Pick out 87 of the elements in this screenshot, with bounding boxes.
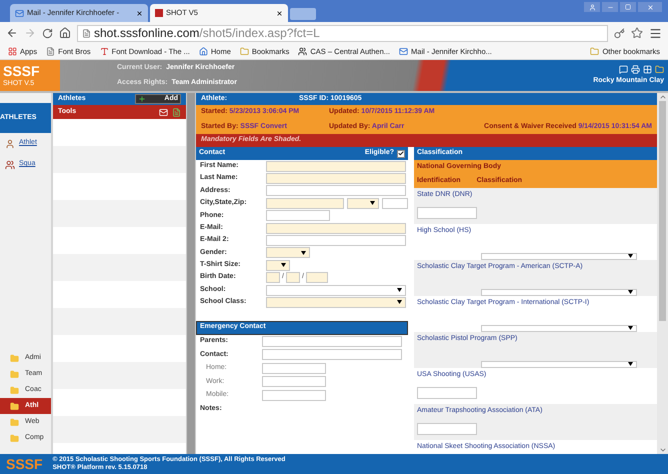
chat-icon[interactable]	[619, 64, 628, 74]
folder-icon[interactable]	[655, 64, 664, 74]
input-field[interactable]	[266, 210, 330, 222]
close-window-button[interactable]	[638, 2, 662, 12]
folder-icon	[10, 402, 19, 410]
dropdown-field[interactable]	[266, 284, 406, 296]
home-icon	[198, 47, 208, 56]
dropdown-caret-icon	[281, 263, 286, 268]
font-icon	[100, 47, 109, 56]
close-icon	[646, 4, 654, 10]
person-icon	[5, 138, 15, 148]
star-icon[interactable]	[631, 27, 643, 39]
close-icon[interactable]	[276, 10, 283, 16]
classification-dropdown[interactable]	[481, 360, 637, 368]
scroll-up-icon[interactable]	[658, 93, 666, 101]
url-host: shot.sssfonline.com	[94, 25, 200, 42]
scroll-thumb[interactable]	[659, 101, 666, 321]
people-icon	[298, 47, 308, 56]
address-field[interactable]: shot.sssfonline.com/shot5/index.asp?fct=L	[77, 24, 608, 42]
folder-icon	[590, 47, 600, 56]
dropdown-caret-icon	[397, 300, 402, 304]
year-field[interactable]	[306, 272, 328, 284]
mail-icon[interactable]	[159, 108, 168, 116]
back-icon[interactable]	[6, 27, 18, 39]
check-icon	[398, 150, 404, 157]
input-field[interactable]	[266, 235, 406, 246]
classification-dropdown[interactable]	[481, 252, 637, 260]
folder-icon	[240, 47, 249, 56]
mail-icon	[15, 8, 24, 18]
month-field[interactable]	[266, 272, 280, 284]
printer-icon[interactable]	[631, 64, 640, 74]
logo-text: SSSF	[3, 64, 41, 78]
zip-field[interactable]	[382, 198, 408, 209]
folder-icon	[10, 370, 19, 378]
folder-icon	[10, 354, 19, 362]
classification-dropdown[interactable]	[481, 288, 637, 296]
input-field[interactable]	[266, 173, 406, 184]
close-icon[interactable]	[136, 10, 143, 16]
key-icon[interactable]	[614, 28, 625, 38]
scroll-down-icon[interactable]	[658, 446, 666, 454]
id-field[interactable]	[417, 206, 477, 218]
folder-icon	[10, 418, 19, 426]
restore-button[interactable]	[620, 2, 636, 12]
site-favicon-icon	[155, 9, 163, 17]
mail-icon	[399, 47, 408, 56]
dropdown-field[interactable]	[266, 296, 406, 308]
input-field[interactable]	[266, 185, 406, 196]
dropdown-field[interactable]	[266, 247, 310, 258]
dropdown-caret-icon	[397, 288, 402, 292]
dropdown-field[interactable]	[266, 260, 290, 271]
plus-icon	[138, 95, 146, 103]
dropdown-caret-icon	[301, 250, 306, 255]
input-field[interactable]	[262, 349, 402, 360]
day-field[interactable]	[286, 272, 300, 284]
person-icon	[588, 4, 596, 10]
restore-icon	[625, 4, 631, 10]
home-icon[interactable]	[59, 27, 71, 39]
new-tab-button[interactable]	[290, 8, 316, 20]
page-icon	[82, 28, 91, 38]
profile-button[interactable]	[584, 2, 600, 12]
group-icon	[5, 160, 15, 170]
city-field[interactable]	[266, 198, 344, 209]
folder-icon	[10, 386, 19, 394]
page-icon	[46, 47, 56, 56]
folder-icon	[10, 434, 19, 442]
input-field[interactable]	[262, 336, 402, 347]
url-path: /shot5/index.asp?fct=L	[199, 25, 320, 42]
input-field[interactable]	[262, 376, 326, 388]
id-field[interactable]	[417, 422, 477, 434]
state-dropdown[interactable]	[347, 198, 379, 209]
eligible-checkbox[interactable]	[397, 150, 405, 158]
spreadsheet-icon[interactable]	[172, 108, 181, 116]
reload-icon[interactable]	[42, 28, 53, 38]
grid-icon[interactable]	[643, 64, 652, 74]
id-field[interactable]	[417, 386, 477, 398]
dropdown-caret-icon	[370, 201, 375, 206]
minimize-button[interactable]	[602, 2, 618, 12]
apps-icon	[8, 47, 17, 56]
input-field[interactable]	[262, 390, 326, 401]
input-field[interactable]	[266, 160, 406, 172]
input-field[interactable]	[262, 362, 326, 374]
menu-icon[interactable]	[649, 26, 662, 40]
classification-dropdown[interactable]	[481, 324, 637, 332]
scrollbar[interactable]	[657, 93, 668, 454]
forward-icon[interactable]	[24, 27, 36, 39]
input-field[interactable]	[266, 222, 406, 234]
footer-logo: SSSF	[6, 457, 43, 471]
